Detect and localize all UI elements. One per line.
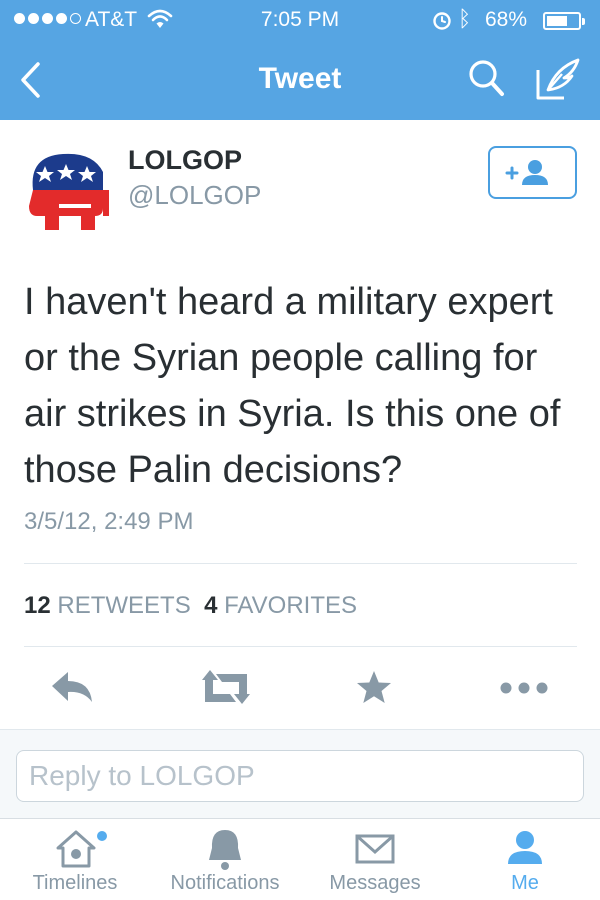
divider — [24, 646, 577, 647]
tab-label: Me — [511, 872, 539, 894]
bell-icon — [209, 830, 241, 870]
follow-button[interactable] — [488, 146, 577, 199]
reply-icon[interactable] — [48, 664, 98, 712]
reply-input[interactable] — [16, 750, 584, 802]
tab-label: Notifications — [170, 872, 280, 894]
favorites-count: 4 — [204, 592, 218, 619]
bluetooth-icon: ᛒ — [458, 6, 472, 31]
tab-me[interactable]: Me — [460, 820, 590, 900]
compose-tweet-icon[interactable] — [534, 56, 584, 102]
retweet-icon[interactable] — [198, 664, 254, 712]
favorites-label: FAVORITES — [224, 592, 358, 619]
alarm-clock-icon — [433, 12, 451, 30]
home-icon — [56, 830, 107, 868]
envelope-icon — [355, 834, 395, 864]
tweet-text: I haven't heard a military expert or the… — [24, 281, 561, 491]
divider — [24, 563, 577, 564]
tab-timelines[interactable]: Timelines — [10, 820, 140, 900]
search-icon[interactable] — [466, 56, 506, 100]
retweets-label: RETWEETS — [57, 592, 191, 619]
top-bar: AT&T 7:05 PM ᛒ 68% Tweet — [0, 0, 600, 120]
retweets-count: 12 — [24, 592, 51, 619]
battery-icon — [543, 12, 585, 30]
tweet-timestamp: 3/5/12, 2:49 PM — [24, 508, 194, 535]
tab-label: Timelines — [32, 872, 118, 894]
tab-bar: Timelines Notifications Messages Me — [0, 820, 600, 900]
favorites-stat[interactable]: 4 FAVORITES — [204, 592, 357, 619]
person-icon — [508, 831, 542, 864]
favorite-star-icon[interactable] — [354, 664, 394, 712]
nav-title: Tweet — [258, 62, 342, 95]
tab-label: Messages — [329, 872, 421, 894]
battery-percent: 68% — [485, 8, 528, 31]
reply-bar — [0, 729, 600, 819]
more-options-icon[interactable] — [498, 664, 550, 712]
navigation-bar: Tweet — [0, 40, 600, 120]
retweets-stat[interactable]: 12 RETWEETS — [24, 592, 191, 619]
profile-avatar[interactable] — [23, 150, 109, 234]
tweet-author-name[interactable]: LOLGOP — [128, 145, 242, 176]
tweet-stats: 12 RETWEETS 4 FAVORITES — [24, 592, 357, 620]
status-bar: AT&T 7:05 PM ᛒ 68% — [0, 0, 600, 40]
tweet-author-handle[interactable]: @LOLGOP — [128, 180, 261, 211]
tab-messages[interactable]: Messages — [310, 820, 440, 900]
add-user-icon — [505, 160, 548, 185]
tab-notifications[interactable]: Notifications — [160, 820, 290, 900]
